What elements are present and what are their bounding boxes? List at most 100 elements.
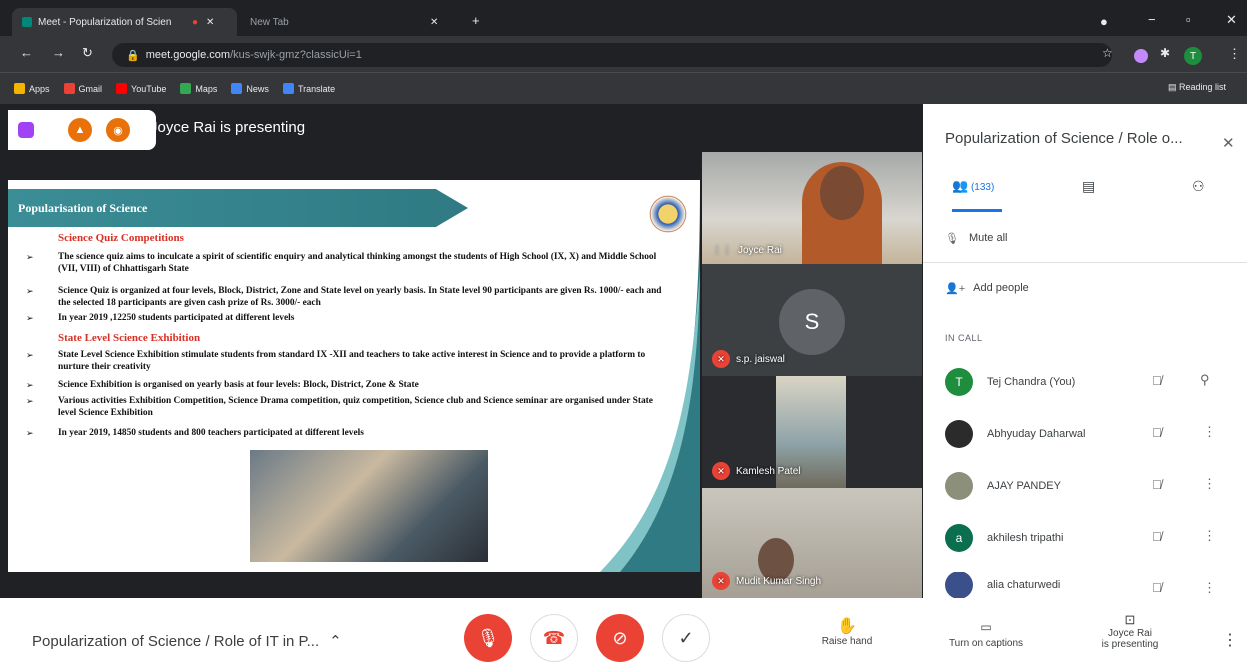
- record-icon[interactable]: ◉: [106, 118, 130, 142]
- tab-meet-label: Meet - Popularization of Scien: [38, 16, 172, 28]
- divider: [923, 262, 1247, 263]
- back-icon[interactable]: ←: [20, 45, 33, 60]
- more-options-icon[interactable]: ⋮: [1222, 630, 1238, 650]
- extension-icon[interactable]: [1134, 49, 1148, 63]
- youtube-icon: [116, 83, 128, 94]
- new-tab-icon[interactable]: +: [472, 13, 480, 28]
- tab-close-icon[interactable]: ✕: [206, 17, 214, 28]
- tab-meet[interactable]: Meet - Popularization of Scien ● ✕: [12, 8, 237, 36]
- bookmark-apps[interactable]: Apps: [14, 83, 50, 94]
- close-window-icon[interactable]: ✕: [1226, 12, 1237, 28]
- video-tile-mudit[interactable]: ✕ Mudit Kumar Singh: [702, 488, 922, 598]
- captions-button[interactable]: ▭ Turn on captions: [934, 620, 1038, 649]
- mic-off-icon[interactable]: 🎙̸: [1152, 425, 1162, 440]
- participant-row[interactable]: T Tej Chandra (You): [945, 364, 1225, 400]
- present-button[interactable]: ✓: [662, 614, 710, 662]
- participant-row[interactable]: a akhilesh tripathi: [945, 520, 1225, 556]
- tile-name: ✕ s.p. jaiswal: [712, 350, 785, 368]
- mic-toggle-button[interactable]: 🎙: [464, 614, 512, 662]
- exhibition-photo: [250, 450, 488, 562]
- address-bar[interactable]: 🔒 meet.google.com/kus-swjk-gmz?classicUi…: [112, 43, 1112, 67]
- camera-off-icon: ⊘: [612, 627, 628, 648]
- url-path: /kus-swjk-gmz?classicUi=1: [230, 49, 362, 61]
- reading-list-label: Reading list: [1179, 82, 1227, 92]
- bookmark-label: Translate: [297, 83, 336, 94]
- browser-menu-icon[interactable]: ⋮: [1228, 46, 1241, 62]
- profile-avatar[interactable]: T: [1184, 47, 1202, 65]
- mic-off-icon[interactable]: 🎙̸: [1152, 580, 1162, 595]
- bookmark-label: Maps: [195, 83, 218, 94]
- forward-icon[interactable]: →: [52, 45, 65, 60]
- captions-icon: ▭: [980, 620, 992, 634]
- bullet-arrow-icon: ➢: [26, 396, 34, 406]
- add-people-button[interactable]: 👤+ Add people: [945, 270, 1225, 306]
- avatar: [945, 572, 973, 598]
- news-icon: [231, 83, 243, 94]
- slide-bullet: Science Exhibition is organised on yearl…: [58, 380, 419, 390]
- more-options-icon[interactable]: ⋮: [1203, 424, 1216, 440]
- mic-off-icon: 🎙: [476, 627, 500, 648]
- minimize-icon[interactable]: −: [1148, 12, 1156, 27]
- star-icon[interactable]: ☆: [1102, 46, 1113, 60]
- profile-menu-icon[interactable]: ●: [1100, 14, 1108, 29]
- apps-grid-icon: [14, 83, 25, 94]
- avatar: a: [945, 524, 973, 552]
- camera-toggle-button[interactable]: ⊘: [596, 614, 644, 662]
- tab-close-icon[interactable]: ✕: [430, 17, 438, 28]
- bookmarks-bar: Apps Gmail YouTube Maps News Translate: [0, 72, 1247, 104]
- slide-bullet: Various activities Exhibition Competitio…: [58, 396, 653, 418]
- maximize-icon[interactable]: ▫: [1186, 12, 1191, 27]
- mic-off-icon: ✕: [712, 462, 730, 480]
- tab-new[interactable]: New Tab ✕: [240, 8, 455, 36]
- slide-bullet: In year 2019 ,12250 students participate…: [58, 313, 295, 323]
- bookmark-youtube[interactable]: YouTube: [116, 83, 166, 94]
- more-options-icon[interactable]: ⋮: [1203, 580, 1216, 596]
- activities-icon[interactable]: ⚇: [1192, 178, 1205, 195]
- raise-hand-button[interactable]: ✋ Raise hand: [812, 616, 882, 647]
- reload-icon[interactable]: ↻: [82, 45, 93, 61]
- reading-list[interactable]: ▤ Reading list: [1168, 82, 1226, 93]
- presenting-button[interactable]: ⊡ Joyce Rai is presenting: [1090, 612, 1170, 650]
- video-tile-kamlesh[interactable]: ✕ Kamlesh Patel: [702, 376, 922, 488]
- slide-decoration: [600, 180, 700, 572]
- more-options-icon[interactable]: ⋮: [1203, 476, 1216, 492]
- people-icon: 👥: [952, 178, 969, 193]
- pin-icon[interactable]: ▲: [68, 118, 92, 142]
- chat-icon[interactable]: ▤: [1082, 178, 1095, 195]
- hand-icon: ✋: [837, 618, 857, 635]
- bookmark-gmail[interactable]: Gmail: [63, 83, 102, 94]
- participant-name: akhilesh tripathi: [987, 532, 1064, 544]
- bookmark-maps[interactable]: Maps: [180, 83, 217, 94]
- leave-call-button[interactable]: ☎: [530, 614, 578, 662]
- emoji-icon[interactable]: [18, 122, 34, 138]
- add-people-label: Add people: [973, 282, 1029, 294]
- speaking-icon: ⋮⋮: [712, 245, 732, 256]
- slide-heading: Science Quiz Competitions: [58, 232, 184, 244]
- bullet-arrow-icon: ➢: [26, 252, 34, 262]
- close-icon[interactable]: ✕: [1222, 134, 1235, 152]
- participant-row[interactable]: Abhyuday Daharwal: [945, 416, 1225, 452]
- participant-row[interactable]: AJAY PANDEY: [945, 468, 1225, 504]
- tab-people[interactable]: 👥 (133): [952, 178, 994, 194]
- mute-all-button[interactable]: 🎙 Mute all: [945, 220, 1225, 256]
- bookmark-news[interactable]: News: [231, 83, 269, 94]
- present-screen-icon: ⊡: [1124, 612, 1136, 627]
- mic-off-icon[interactable]: 🎙̸: [1152, 373, 1162, 388]
- presenting-status: Joyce Rai is presenting: [150, 119, 306, 136]
- tile-name: ⋮⋮ Joyce Rai: [712, 245, 782, 256]
- lock-icon: 🔒: [126, 49, 140, 62]
- slide-bullet: Science Quiz is organized at four levels…: [58, 286, 662, 308]
- mic-off-icon[interactable]: 🎙̸: [1152, 529, 1162, 544]
- meeting-title[interactable]: Popularization of Science / Role of IT i…: [32, 632, 342, 650]
- tab-new-label: New Tab: [250, 16, 289, 28]
- puzzle-icon[interactable]: ✱: [1160, 46, 1170, 60]
- video-tile-joyce[interactable]: ⋮⋮ Joyce Rai: [702, 152, 922, 264]
- pin-icon[interactable]: ⚲: [1200, 372, 1210, 388]
- mic-off-icon[interactable]: 🎙̸: [1152, 477, 1162, 492]
- participant-row[interactable]: alia chaturwedi: [945, 572, 1225, 598]
- avatar: T: [945, 368, 973, 396]
- more-options-icon[interactable]: ⋮: [1203, 528, 1216, 544]
- bookmark-translate[interactable]: Translate: [282, 83, 336, 94]
- avatar: [945, 420, 973, 448]
- tile-name-label: s.p. jaiswal: [736, 353, 785, 365]
